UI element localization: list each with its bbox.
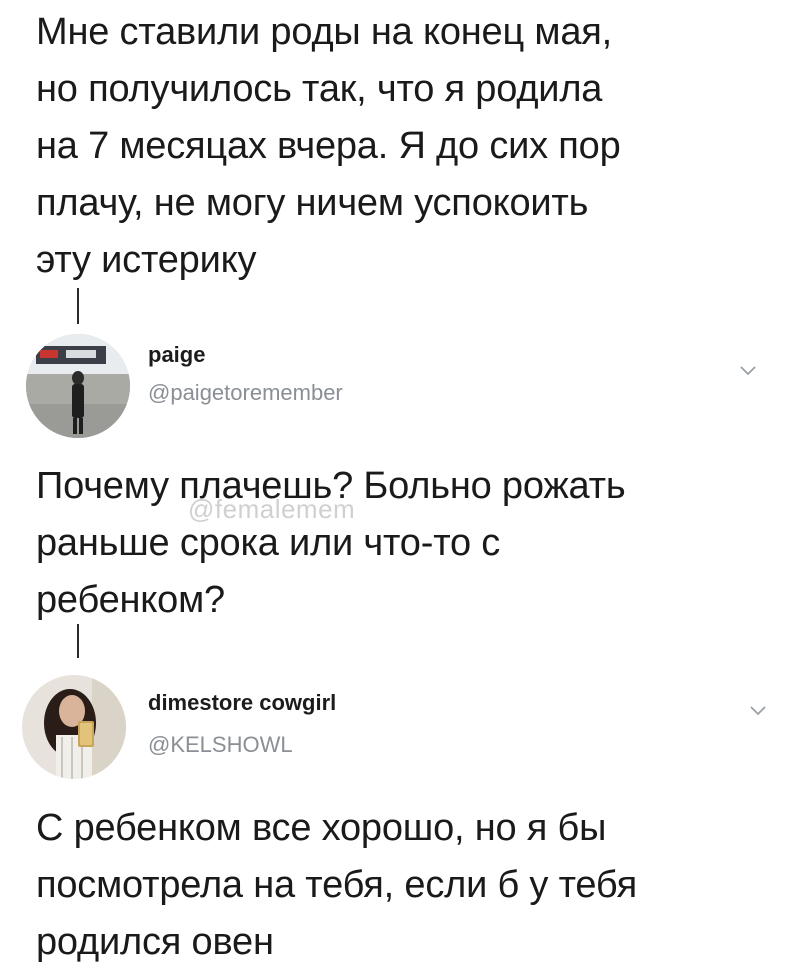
thread-connector [77, 288, 79, 324]
author-handle[interactable]: @paigetoremember [148, 380, 343, 406]
chevron-down-icon[interactable] [748, 704, 768, 718]
tweet-2-text: Почему плачешь? Больно рожать раньше сро… [36, 465, 626, 621]
author-name[interactable]: dimestore cowgirl [148, 690, 336, 716]
avatar-paige[interactable] [26, 334, 130, 438]
chevron-down-icon[interactable] [738, 364, 758, 378]
tweet-1-text: Мне ставили роды на конец мая, но получи… [36, 11, 621, 281]
author-name[interactable]: paige [148, 342, 205, 368]
avatar-dimestore-cowgirl[interactable] [22, 675, 126, 779]
author-handle[interactable]: @KELSHOWL [148, 732, 293, 758]
tweet-3-text: С ребенком все хорошо, но я бы посмотрел… [36, 807, 637, 963]
avatar-photo-icon [22, 675, 126, 779]
thread-connector [77, 624, 79, 658]
avatar-photo-icon [26, 334, 130, 438]
watermark: @femalemem [188, 494, 356, 524]
